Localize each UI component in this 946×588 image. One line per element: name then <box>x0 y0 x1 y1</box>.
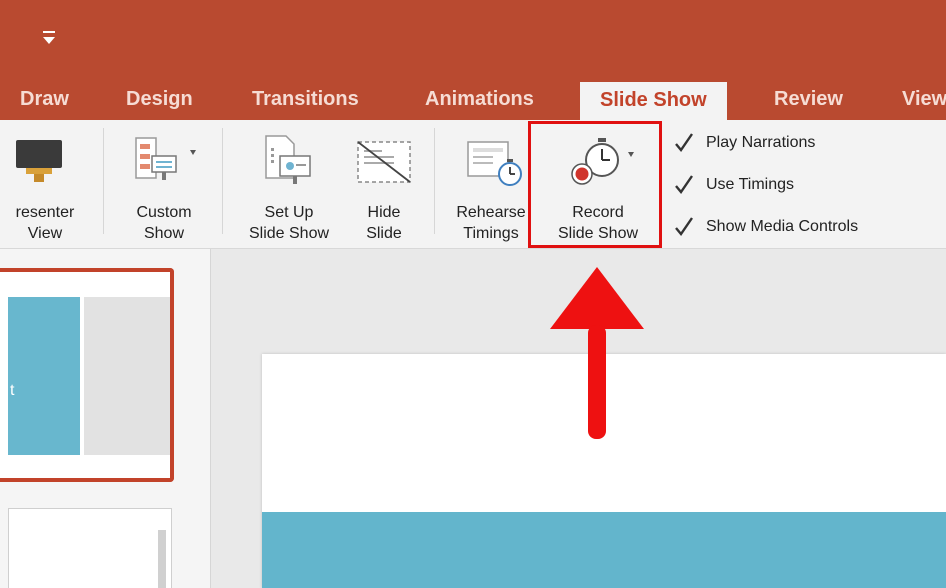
hide-slide-label: Hide Slide <box>346 202 422 244</box>
thumbnail-blue-block: t <box>8 297 80 455</box>
ribbon-divider <box>103 128 104 234</box>
hide-slide-label-line1: Hide <box>367 204 401 221</box>
checkmark-icon <box>675 133 693 152</box>
thumbnail-panel-scrollbar[interactable] <box>158 530 166 588</box>
customize-toolbar-arrow-icon[interactable] <box>38 28 60 48</box>
presenter-view-label-line2: View <box>27 225 63 242</box>
tab-design[interactable]: Design <box>126 80 193 120</box>
use-timings-label: Use Timings <box>706 176 795 193</box>
presenter-view-label-line1: resenter <box>15 204 75 221</box>
slide-thumbnail-2[interactable] <box>8 508 172 588</box>
presenter-view-icon <box>16 140 62 182</box>
red-up-arrow-icon <box>550 267 644 439</box>
custom-show-label-line2: Show <box>143 225 185 242</box>
presenter-view-label: resenter View <box>0 202 90 244</box>
custom-show-label: Custom Show <box>118 202 210 244</box>
hide-slide-icon <box>357 141 411 183</box>
ribbon-tabs: Draw Design Transitions Animations Slide… <box>0 80 946 120</box>
ribbon-divider <box>434 128 435 234</box>
ribbon-divider <box>222 128 223 234</box>
custom-show-button[interactable]: Custom Show <box>118 120 210 248</box>
ribbon-toolbar: resenter View Custom Show Set Up Slide S… <box>0 120 946 249</box>
set-up-slide-show-label: Set Up Slide Show <box>234 202 344 244</box>
title-bar <box>0 0 946 80</box>
play-narrations-label: Play Narrations <box>706 134 816 151</box>
tab-slide-show[interactable]: Slide Show <box>580 82 727 120</box>
tab-review[interactable]: Review <box>774 80 843 120</box>
checkmark-icon <box>675 217 693 236</box>
set-up-label-line1: Set Up <box>264 204 314 221</box>
checkmark-icon <box>675 175 693 194</box>
presenter-view-button[interactable]: resenter View <box>0 120 90 248</box>
rehearse-timings-label: Rehearse Timings <box>446 202 536 244</box>
rehearse-timings-button[interactable]: Rehearse Timings <box>446 120 536 248</box>
show-media-controls-label: Show Media Controls <box>706 218 859 235</box>
set-up-slide-show-icon <box>265 135 311 184</box>
thumbnail-grey-block <box>84 297 170 455</box>
slide-blue-band <box>262 512 946 588</box>
tab-draw[interactable]: Draw <box>20 80 69 120</box>
custom-show-icon <box>135 137 196 180</box>
rehearse-label-line1: Rehearse <box>456 204 526 221</box>
hide-slide-button[interactable]: Hide Slide <box>346 120 422 248</box>
thumbnail-text: t <box>10 382 15 399</box>
custom-show-label-line1: Custom <box>136 204 192 221</box>
thumbnail-content: t <box>8 297 170 455</box>
tab-view[interactable]: View <box>902 80 946 120</box>
tab-transitions[interactable]: Transitions <box>252 80 359 120</box>
set-up-label-line2: Slide Show <box>248 225 330 242</box>
record-button-highlight-box <box>528 121 662 248</box>
set-up-slide-show-button[interactable]: Set Up Slide Show <box>234 120 344 248</box>
rehearse-label-line2: Timings <box>463 225 519 242</box>
rehearse-timings-icon <box>467 141 522 186</box>
tab-animations[interactable]: Animations <box>425 80 534 120</box>
hide-slide-label-line2: Slide <box>366 225 402 242</box>
